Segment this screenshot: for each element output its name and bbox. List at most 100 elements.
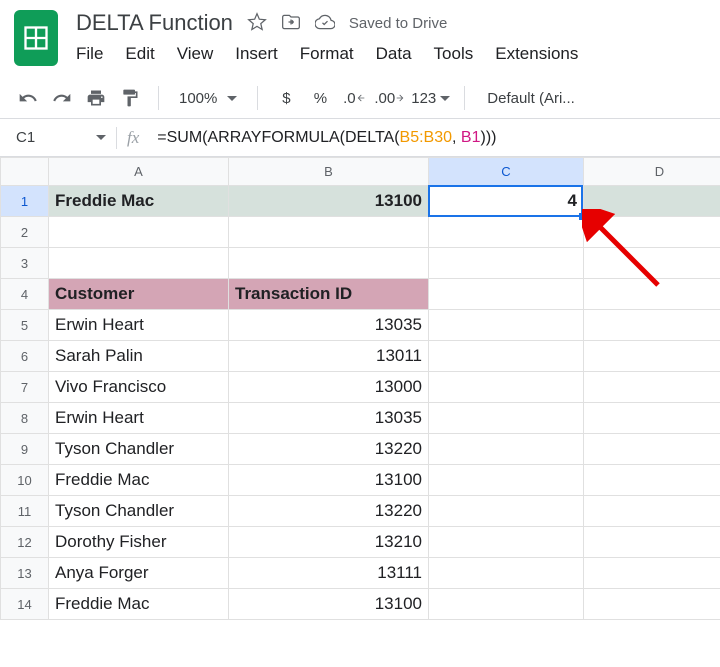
- row-header[interactable]: 10: [1, 465, 49, 496]
- cell[interactable]: [49, 217, 229, 248]
- more-formats-button[interactable]: 123: [411, 84, 450, 112]
- spreadsheet-grid[interactable]: A B C D 1 Freddie Mac 13100 4 2 3 4Custo…: [0, 157, 720, 620]
- cell[interactable]: [429, 465, 584, 496]
- cell[interactable]: [584, 310, 720, 341]
- move-icon[interactable]: [281, 12, 301, 35]
- cell[interactable]: 13210: [229, 527, 429, 558]
- sheets-logo[interactable]: [14, 10, 58, 66]
- cell[interactable]: Vivo Francisco: [49, 372, 229, 403]
- cell[interactable]: [584, 527, 720, 558]
- row-header[interactable]: 8: [1, 403, 49, 434]
- cell[interactable]: Sarah Palin: [49, 341, 229, 372]
- cell[interactable]: [429, 589, 584, 620]
- cell[interactable]: 13100: [229, 186, 429, 217]
- cell[interactable]: [584, 279, 720, 310]
- document-title[interactable]: DELTA Function: [76, 10, 233, 36]
- cell[interactable]: Freddie Mac: [49, 186, 229, 217]
- column-header-D[interactable]: D: [584, 158, 720, 186]
- menu-tools[interactable]: Tools: [434, 44, 474, 64]
- decrease-decimal-button[interactable]: .0: [340, 84, 368, 112]
- name-box[interactable]: C1: [6, 125, 116, 150]
- cell[interactable]: [584, 434, 720, 465]
- menu-edit[interactable]: Edit: [125, 44, 154, 64]
- cell[interactable]: [584, 248, 720, 279]
- print-button[interactable]: [82, 84, 110, 112]
- cell[interactable]: 13111: [229, 558, 429, 589]
- cell[interactable]: Erwin Heart: [49, 403, 229, 434]
- redo-button[interactable]: [48, 84, 76, 112]
- cell[interactable]: Erwin Heart: [49, 310, 229, 341]
- cell[interactable]: [429, 372, 584, 403]
- row-header[interactable]: 13: [1, 558, 49, 589]
- cell[interactable]: [429, 310, 584, 341]
- cell[interactable]: [429, 248, 584, 279]
- cell[interactable]: Customer: [49, 279, 229, 310]
- percent-button[interactable]: %: [306, 84, 334, 112]
- column-header-C[interactable]: C: [429, 158, 584, 186]
- menu-file[interactable]: File: [76, 44, 103, 64]
- cell[interactable]: [584, 341, 720, 372]
- cell[interactable]: [429, 558, 584, 589]
- cell[interactable]: [49, 248, 229, 279]
- cell[interactable]: Freddie Mac: [49, 589, 229, 620]
- cell[interactable]: 13000: [229, 372, 429, 403]
- menu-format[interactable]: Format: [300, 44, 354, 64]
- cell[interactable]: [584, 465, 720, 496]
- cell[interactable]: Tyson Chandler: [49, 496, 229, 527]
- increase-decimal-button[interactable]: .00: [374, 84, 405, 112]
- currency-button[interactable]: $: [272, 84, 300, 112]
- cell[interactable]: Dorothy Fisher: [49, 527, 229, 558]
- star-icon[interactable]: [247, 12, 267, 35]
- cell[interactable]: Tyson Chandler: [49, 434, 229, 465]
- cell[interactable]: 13035: [229, 310, 429, 341]
- cell[interactable]: [584, 186, 720, 217]
- cell[interactable]: 13011: [229, 341, 429, 372]
- cell[interactable]: [429, 217, 584, 248]
- cell[interactable]: [584, 372, 720, 403]
- cell[interactable]: [584, 403, 720, 434]
- cell[interactable]: Freddie Mac: [49, 465, 229, 496]
- column-header-B[interactable]: B: [229, 158, 429, 186]
- row-header[interactable]: 9: [1, 434, 49, 465]
- font-select[interactable]: Default (Ari...: [479, 90, 583, 107]
- row-header[interactable]: 12: [1, 527, 49, 558]
- menu-data[interactable]: Data: [376, 44, 412, 64]
- cell[interactable]: [584, 496, 720, 527]
- row-header[interactable]: 6: [1, 341, 49, 372]
- cell[interactable]: [584, 217, 720, 248]
- cell-selected[interactable]: 4: [429, 186, 584, 217]
- menu-view[interactable]: View: [177, 44, 214, 64]
- cell[interactable]: [429, 434, 584, 465]
- paint-format-button[interactable]: [116, 84, 144, 112]
- row-header[interactable]: 11: [1, 496, 49, 527]
- cell[interactable]: [229, 217, 429, 248]
- zoom-select[interactable]: 100%: [173, 90, 243, 107]
- undo-button[interactable]: [14, 84, 42, 112]
- selection-handle[interactable]: [579, 213, 586, 220]
- row-header[interactable]: 4: [1, 279, 49, 310]
- row-header[interactable]: 14: [1, 589, 49, 620]
- cell[interactable]: 13100: [229, 465, 429, 496]
- cloud-icon[interactable]: [315, 12, 335, 35]
- cell[interactable]: [229, 248, 429, 279]
- cell[interactable]: [584, 589, 720, 620]
- cell[interactable]: 13100: [229, 589, 429, 620]
- row-header[interactable]: 5: [1, 310, 49, 341]
- cell[interactable]: [429, 403, 584, 434]
- cell[interactable]: 13035: [229, 403, 429, 434]
- cell[interactable]: 13220: [229, 496, 429, 527]
- select-all-corner[interactable]: [1, 158, 49, 186]
- cell[interactable]: [584, 558, 720, 589]
- cell[interactable]: [429, 527, 584, 558]
- cell[interactable]: 13220: [229, 434, 429, 465]
- column-header-A[interactable]: A: [49, 158, 229, 186]
- cell[interactable]: Anya Forger: [49, 558, 229, 589]
- row-header[interactable]: 1: [1, 186, 49, 217]
- row-header[interactable]: 7: [1, 372, 49, 403]
- cell[interactable]: [429, 496, 584, 527]
- row-header[interactable]: 2: [1, 217, 49, 248]
- cell[interactable]: Transaction ID: [229, 279, 429, 310]
- row-header[interactable]: 3: [1, 248, 49, 279]
- menu-insert[interactable]: Insert: [235, 44, 278, 64]
- cell[interactable]: [429, 279, 584, 310]
